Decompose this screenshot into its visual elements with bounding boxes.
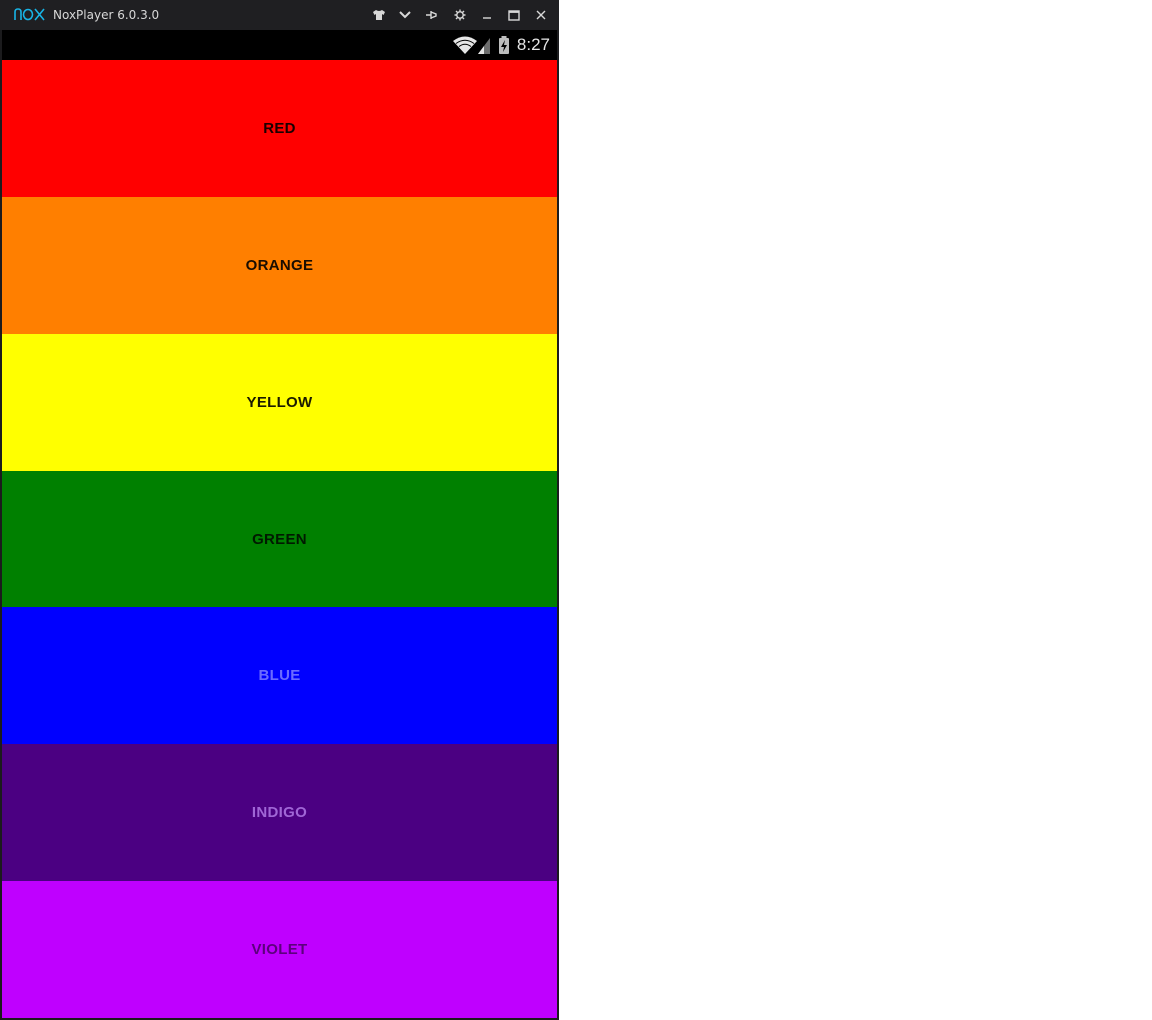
maximize-icon bbox=[508, 9, 520, 21]
app-screen: RED ORANGE YELLOW GREEN BLUE INDIGO VIOL… bbox=[2, 60, 557, 1019]
wifi-icon bbox=[453, 36, 477, 54]
band-label: BLUE bbox=[258, 667, 301, 685]
band-label: RED bbox=[263, 119, 296, 137]
band-label: VIOLET bbox=[251, 941, 308, 959]
maximize-button[interactable] bbox=[503, 5, 525, 25]
band-label: GREEN bbox=[252, 530, 307, 548]
band-label: YELLOW bbox=[246, 393, 313, 411]
band-indigo[interactable]: INDIGO bbox=[2, 744, 557, 882]
band-blue[interactable]: BLUE bbox=[2, 607, 557, 745]
signal-icon bbox=[478, 38, 490, 54]
status-icons bbox=[453, 36, 509, 54]
skin-button[interactable] bbox=[368, 5, 390, 25]
pin-button[interactable] bbox=[421, 5, 443, 25]
menu-button[interactable] bbox=[394, 5, 416, 25]
gear-icon bbox=[454, 9, 466, 21]
band-violet[interactable]: VIOLET bbox=[2, 881, 557, 1019]
band-yellow[interactable]: YELLOW bbox=[2, 333, 557, 471]
title-bar[interactable]: NoxPlayer 6.0.3.0 bbox=[0, 0, 559, 30]
band-red[interactable]: RED bbox=[2, 60, 557, 197]
emulator-window: NoxPlayer 6.0.3.0 8:27 RED ORANGE YELLOW… bbox=[0, 0, 559, 1020]
pin-icon bbox=[426, 11, 437, 19]
android-status-bar: 8:27 bbox=[2, 30, 557, 60]
battery-charging-icon bbox=[499, 36, 509, 54]
nox-logo-icon bbox=[14, 8, 45, 21]
band-label: ORANGE bbox=[245, 256, 314, 274]
minimize-icon bbox=[483, 17, 491, 19]
close-button[interactable] bbox=[530, 5, 552, 25]
status-time: 8:27 bbox=[516, 35, 550, 54]
band-label: INDIGO bbox=[251, 804, 308, 822]
band-green[interactable]: GREEN bbox=[2, 470, 557, 608]
tshirt-icon bbox=[373, 10, 385, 20]
close-icon bbox=[536, 10, 546, 20]
window-title: NoxPlayer 6.0.3.0 bbox=[53, 8, 160, 22]
minimize-button[interactable] bbox=[476, 5, 498, 25]
band-orange[interactable]: ORANGE bbox=[2, 196, 557, 334]
settings-button[interactable] bbox=[449, 5, 471, 25]
chevron-down-icon bbox=[399, 11, 411, 19]
